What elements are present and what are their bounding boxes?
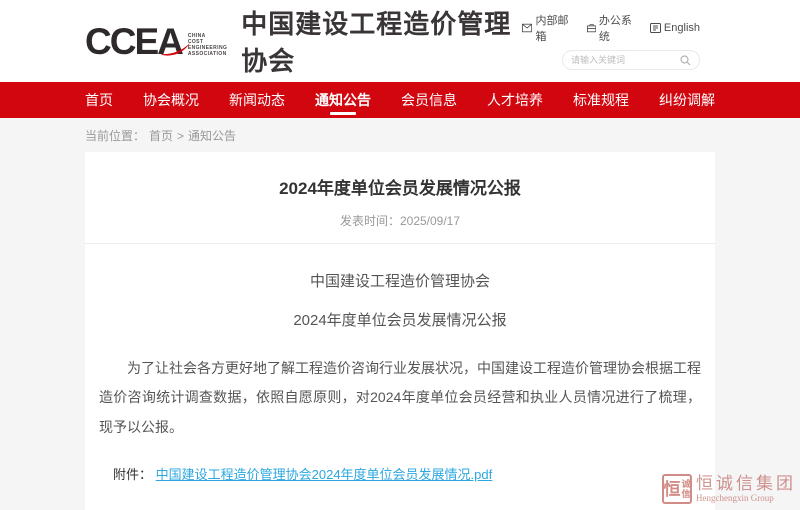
tagline-line: ASSOCIATION: [188, 51, 227, 57]
wm-logo-char: 恒: [664, 481, 681, 498]
watermark-name-en: Hengchengxin Group: [696, 493, 796, 503]
language-icon: [650, 23, 661, 33]
logo-tagline: CHINA COST ENGINEERING ASSOCIATION: [188, 33, 227, 57]
nav-item-standards[interactable]: 标准规程: [573, 82, 629, 118]
attachment-pdf-link[interactable]: 中国建设工程造价管理协会2024年度单位会员发展情况.pdf: [156, 467, 493, 482]
wm-logo-char: 信: [682, 489, 691, 499]
hengchengxin-watermark: 恒 诚 信 恒诚信集团 Hengchengxin Group: [662, 474, 796, 504]
hengchengxin-logo-icon: 恒 诚 信: [662, 474, 692, 504]
main-nav: 首页 协会概况 新闻动态 通知公告 会员信息 人才培养 标准规程 纠纷调解: [0, 82, 800, 118]
tagline-line: ENGINEERING: [188, 45, 227, 51]
office-system-link[interactable]: 办公系统: [587, 12, 636, 44]
breadcrumb-separator: >: [177, 129, 184, 143]
article-publish-date: 发表时间：2025/09/17: [95, 212, 705, 229]
article-title: 2024年度单位会员发展情况公报: [95, 174, 705, 199]
attachment-row: 附件： 中国建设工程造价管理协会2024年度单位会员发展情况.pdf: [95, 464, 705, 483]
breadcrumb-label: 当前位置：: [85, 127, 145, 144]
breadcrumb-home-link[interactable]: 首页: [149, 127, 173, 144]
nav-item-home[interactable]: 首页: [85, 82, 113, 118]
office-system-icon: [587, 23, 596, 33]
attachment-label: 附件：: [113, 467, 152, 482]
nav-item-member-info[interactable]: 会员信息: [401, 82, 457, 118]
title-divider: [85, 243, 715, 244]
ccea-acronym: CCEA: [85, 23, 182, 60]
wm-logo-char: 诚: [682, 479, 691, 489]
quick-link-label: 办公系统: [599, 12, 636, 44]
site-header: CCEA CHINA COST ENGINEERING ASSOCIATION …: [0, 0, 800, 82]
article-subtitle-line: 2024年度单位会员发展情况公报: [95, 309, 705, 330]
nav-item-news[interactable]: 新闻动态: [229, 82, 285, 118]
nav-item-talent-training[interactable]: 人才培养: [487, 82, 543, 118]
article-org-line: 中国建设工程造价管理协会: [95, 270, 705, 291]
quick-link-label: English: [664, 22, 700, 34]
nav-item-notices[interactable]: 通知公告: [315, 82, 371, 118]
ccea-logo[interactable]: CCEA CHINA COST ENGINEERING ASSOCIATION: [85, 23, 227, 60]
logo-area: CCEA CHINA COST ENGINEERING ASSOCIATION …: [85, 4, 522, 78]
watermark-text: 恒诚信集团 Hengchengxin Group: [696, 475, 796, 504]
article-paragraph: 为了让社会各方更好地了解工程造价咨询行业发展状况，中国建设工程造价管理协会根据工…: [95, 354, 705, 442]
nav-item-dispute-mediation[interactable]: 纠纷调解: [659, 82, 715, 118]
site-title: 中国建设工程造价管理协会: [241, 4, 522, 78]
breadcrumb: 当前位置： 首页 > 通知公告: [85, 127, 800, 144]
search-input[interactable]: [571, 55, 680, 65]
mail-icon: [522, 23, 532, 33]
quick-links: 内部邮箱 办公系统 English: [522, 12, 700, 44]
article-card: 2024年度单位会员发展情况公报 发表时间：2025/09/17 中国建设工程造…: [85, 152, 715, 510]
watermark-name-cn: 恒诚信集团: [696, 475, 796, 494]
header-right: 内部邮箱 办公系统 English: [522, 12, 700, 70]
nav-inner: 首页 协会概况 新闻动态 通知公告 会员信息 人才培养 标准规程 纠纷调解: [85, 82, 715, 118]
quick-link-label: 内部邮箱: [535, 12, 572, 44]
english-link[interactable]: English: [650, 22, 700, 34]
breadcrumb-current-link[interactable]: 通知公告: [188, 127, 236, 144]
nav-item-association-overview[interactable]: 协会概况: [143, 82, 199, 118]
search-icon[interactable]: [680, 55, 691, 66]
search-box[interactable]: [562, 50, 700, 70]
internal-mail-link[interactable]: 内部邮箱: [522, 12, 572, 44]
